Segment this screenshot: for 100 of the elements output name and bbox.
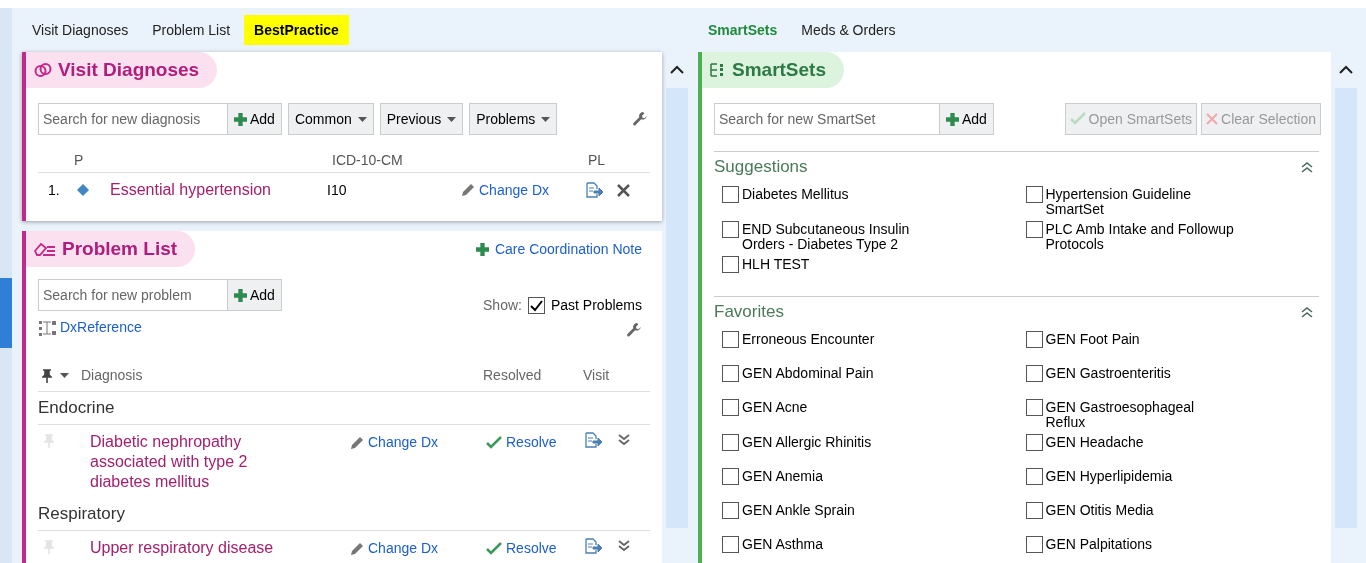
- caret-icon: [357, 116, 367, 122]
- checkbox[interactable]: [1025, 434, 1043, 451]
- dx-reference-link[interactable]: DxReference: [38, 317, 282, 338]
- caret-icon: [541, 116, 551, 122]
- checkbox-label: GEN Abdominal Pain: [742, 365, 875, 381]
- wrench-icon[interactable]: [626, 322, 642, 338]
- checkbox-label: GEN Otitis Media: [1045, 502, 1155, 518]
- scroll-up-icon[interactable]: [670, 65, 684, 75]
- checkbox[interactable]: [722, 536, 739, 553]
- scroll-up-icon[interactable]: [1339, 65, 1353, 75]
- checkbox-label: GEN Allergic Rhinitis: [742, 434, 873, 450]
- section-title: Problem List: [26, 231, 196, 267]
- clear-icon: [1206, 113, 1219, 125]
- link-rings-icon: [34, 61, 52, 79]
- section-heading: Suggestions: [714, 156, 808, 179]
- plus-icon: [475, 242, 489, 256]
- section-title: SmartSets: [702, 52, 844, 88]
- pin-icon[interactable]: [42, 368, 52, 383]
- dropdown-button[interactable]: Common: [287, 103, 374, 135]
- row-number: 1.: [47, 180, 61, 200]
- tab[interactable]: SmartSets: [698, 15, 788, 45]
- checkbox[interactable]: [1025, 399, 1043, 416]
- plus-icon: [234, 112, 247, 126]
- table-cell-text: I10: [327, 180, 348, 200]
- tab[interactable]: Meds & Orders: [791, 15, 906, 45]
- checkbox[interactable]: [1025, 536, 1043, 553]
- care-coordination-link[interactable]: Care Coordination Note: [475, 238, 642, 260]
- column-header: Resolved: [483, 366, 543, 385]
- side-handle[interactable]: [0, 278, 12, 348]
- checkbox-label: GEN Foot Pain: [1045, 331, 1141, 347]
- checkbox[interactable]: [1025, 502, 1043, 519]
- checkbox-label: GEN Asthma: [742, 536, 824, 552]
- search-field[interactable]: Search for new SmartSet: [714, 103, 940, 135]
- checkbox-label: Past Problems: [550, 296, 642, 315]
- eraser-list-icon: [34, 241, 56, 257]
- diagnosis-link[interactable]: Diabetic nephropathy associated with type 2 diabetes mellitus: [90, 432, 300, 492]
- pencil-icon: [461, 183, 475, 197]
- checkbox[interactable]: [1025, 365, 1043, 382]
- plus-icon: [234, 288, 247, 302]
- checkbox[interactable]: [1025, 468, 1043, 485]
- checkbox[interactable]: [1025, 186, 1043, 203]
- diagnosis-link[interactable]: Essential hypertension: [110, 178, 327, 202]
- checkbox-label: END Subcutaneous Insulin Orders - Diabetes Type 2: [742, 221, 911, 252]
- close-icon[interactable]: [617, 183, 630, 197]
- collapse-icon[interactable]: [1301, 161, 1313, 173]
- checkbox-label: GEN Gastroesophageal Reflux: [1045, 399, 1196, 430]
- add-to-list-icon[interactable]: [585, 182, 603, 198]
- column-header: PL: [588, 151, 606, 170]
- resolve-link[interactable]: Resolve: [486, 432, 584, 453]
- expand-icon[interactable]: [618, 540, 630, 552]
- add-to-list-icon[interactable]: [584, 538, 602, 554]
- dropdown-button[interactable]: Previous: [379, 103, 464, 135]
- group-heading: Endocrine: [38, 397, 115, 420]
- resolve-link[interactable]: Resolve: [486, 538, 584, 559]
- collapse-icon[interactable]: [1301, 306, 1313, 318]
- checkbox-label: GEN Acne: [742, 399, 809, 415]
- column-header: Diagnosis: [81, 366, 144, 385]
- tab[interactable]: Problem List: [142, 15, 241, 45]
- checkbox-label: GEN Hyperlipidemia: [1045, 468, 1174, 484]
- add-button[interactable]: Add: [228, 279, 282, 311]
- add-to-list-icon[interactable]: [584, 432, 602, 448]
- tab[interactable]: Visit Diagnoses: [22, 15, 139, 45]
- tab[interactable]: BestPractice: [244, 15, 349, 45]
- add-button[interactable]: Add: [940, 103, 994, 135]
- checkbox[interactable]: [527, 297, 545, 314]
- checkbox[interactable]: [722, 221, 739, 238]
- check-icon: [486, 435, 502, 450]
- checkbox[interactable]: [722, 468, 739, 485]
- checkbox-label: HLH TEST: [742, 256, 811, 272]
- checkbox[interactable]: [722, 365, 739, 382]
- checkbox-label: GEN Palpitations: [1045, 536, 1154, 552]
- search-field[interactable]: Search for new diagnosis: [38, 103, 228, 135]
- checkbox-label: GEN Ankle Sprain: [742, 502, 856, 518]
- change-dx-link[interactable]: Change Dx: [350, 538, 486, 559]
- caret-icon: [447, 116, 457, 122]
- checkbox[interactable]: [722, 399, 739, 416]
- search-field[interactable]: Search for new problem: [38, 279, 228, 311]
- plus-icon: [946, 112, 959, 126]
- checkbox[interactable]: [722, 186, 739, 203]
- column-header: Visit: [583, 366, 610, 385]
- dropdown-button[interactable]: Problems: [469, 103, 558, 135]
- checkbox[interactable]: [1025, 221, 1043, 238]
- checkbox[interactable]: [722, 331, 739, 348]
- caret-icon: [60, 373, 69, 378]
- wrench-icon[interactable]: [632, 111, 648, 127]
- checkbox-label: GEN Anemia: [742, 468, 824, 484]
- checkbox-label: Erroneous Encounter: [742, 331, 876, 347]
- check-icon: [486, 541, 502, 556]
- diamond-icon: [77, 184, 89, 196]
- checkbox[interactable]: [722, 502, 739, 519]
- add-button[interactable]: Add: [228, 103, 282, 135]
- change-dx-link[interactable]: Change Dx: [461, 179, 585, 201]
- diagnosis-link[interactable]: Upper respiratory disease: [90, 538, 300, 558]
- checkbox[interactable]: [722, 434, 739, 451]
- change-dx-link[interactable]: Change Dx: [350, 432, 486, 453]
- expand-icon[interactable]: [618, 434, 630, 446]
- checkbox[interactable]: [1025, 331, 1043, 348]
- checkbox-label: PLC Amb Intake and Followup Protocols: [1045, 221, 1235, 252]
- checkbox[interactable]: [722, 256, 739, 273]
- pencil-icon: [350, 541, 364, 556]
